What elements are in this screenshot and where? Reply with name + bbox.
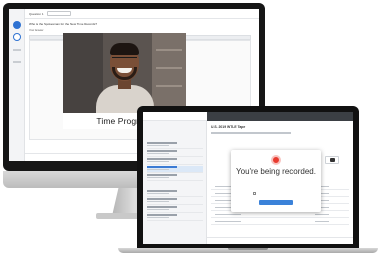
list-item-active[interactable] — [147, 166, 203, 173]
laptop-footer — [207, 237, 353, 244]
camera-icon — [330, 158, 335, 162]
consent-checkbox[interactable] — [253, 192, 257, 195]
video-player[interactable] — [63, 33, 186, 113]
question-text: Who is the Spokesman for the New Time Re… — [29, 22, 98, 26]
desktop-sidebar — [9, 9, 25, 161]
recording-modal: You're being recorded. — [231, 150, 321, 212]
question-label: Question 1 — [29, 12, 44, 16]
sidebar-home-icon[interactable] — [13, 21, 21, 29]
record-video-button[interactable] — [325, 156, 339, 164]
list-item[interactable] — [147, 150, 203, 157]
sidebar-list-icon[interactable] — [13, 61, 21, 63]
list-item[interactable] — [147, 206, 203, 213]
sidebar-menu-icon[interactable] — [13, 49, 21, 51]
question-selector[interactable] — [47, 11, 71, 16]
laptop-screen: U.S. 2019 WTLE Tape You're being recorde… — [143, 112, 353, 244]
list-item[interactable] — [147, 214, 203, 221]
laptop-hinge-notch — [228, 248, 268, 250]
list-item[interactable] — [147, 158, 203, 165]
answer-label: Your Answer — [29, 29, 44, 32]
record-icon — [271, 155, 281, 165]
continue-button[interactable] — [259, 200, 293, 205]
sidebar-question-icon[interactable] — [13, 33, 21, 41]
laptop-left-nav — [143, 112, 207, 244]
list-item[interactable] — [147, 198, 203, 205]
checkbox-icon — [253, 192, 256, 195]
laptop: U.S. 2019 WTLE Tape You're being recorde… — [137, 106, 359, 248]
page-description — [211, 132, 291, 134]
table-row[interactable] — [211, 212, 349, 218]
list-item[interactable] — [147, 190, 203, 197]
page-title: U.S. 2019 WTLE Tape — [211, 125, 246, 129]
list-item[interactable] — [147, 174, 203, 181]
glasses — [112, 57, 137, 62]
laptop-header — [207, 112, 353, 121]
desktop-topbar: Question 1 — [25, 9, 259, 19]
list-item[interactable] — [147, 142, 203, 149]
modal-title: You're being recorded. — [236, 167, 316, 176]
table-row[interactable] — [211, 219, 349, 225]
